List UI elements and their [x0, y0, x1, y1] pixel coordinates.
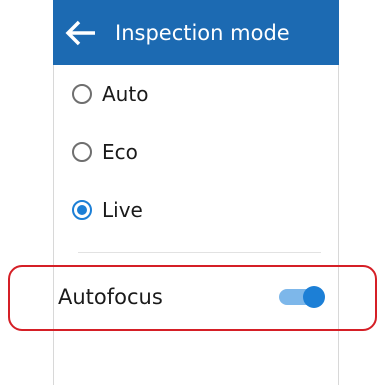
- app-header: Inspection mode: [53, 0, 339, 65]
- radio-option-eco[interactable]: Eco: [72, 135, 138, 169]
- back-button[interactable]: [53, 0, 109, 65]
- section-divider: [78, 252, 321, 253]
- radio-label-live: Live: [102, 198, 143, 222]
- autofocus-toggle[interactable]: [279, 286, 327, 308]
- radio-button-eco[interactable]: [72, 142, 92, 162]
- radio-button-auto[interactable]: [72, 84, 92, 104]
- autofocus-label: Autofocus: [58, 285, 163, 309]
- radio-label-eco: Eco: [102, 140, 138, 164]
- arrow-left-icon: [65, 20, 95, 45]
- radio-label-auto: Auto: [102, 82, 149, 106]
- radio-option-live[interactable]: Live: [72, 193, 143, 227]
- settings-screen: Inspection mode Auto Eco Live Autofocus: [0, 0, 377, 385]
- page-title: Inspection mode: [115, 20, 290, 45]
- toggle-thumb[interactable]: [303, 286, 325, 308]
- radio-button-live[interactable]: [72, 200, 92, 220]
- radio-option-auto[interactable]: Auto: [72, 77, 148, 111]
